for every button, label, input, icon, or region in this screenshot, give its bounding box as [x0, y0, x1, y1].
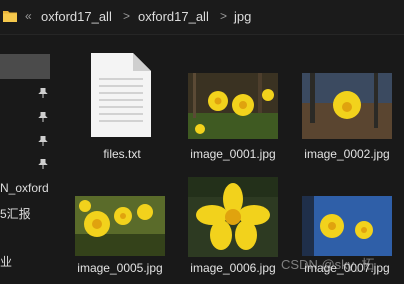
image-thumbnail [302, 196, 392, 256]
chevron-icon[interactable]: « [25, 9, 32, 23]
pin-icon[interactable] [38, 112, 48, 122]
pin-icon[interactable] [38, 136, 48, 146]
image-thumbnail [75, 196, 165, 256]
sidebar-item-label[interactable]: N_oxford [0, 181, 49, 195]
breadcrumb-item-1[interactable]: oxford17_all [41, 9, 112, 24]
image-thumbnail [188, 73, 278, 139]
sidebar-item-label[interactable]: 业 [0, 253, 12, 270]
file-name: image_0005.jpg [77, 261, 163, 275]
breadcrumb-separator[interactable]: > [123, 9, 130, 23]
breadcrumb-item-3[interactable]: jpg [234, 9, 251, 24]
text-file-icon [89, 53, 153, 137]
file-name: image_0002.jpg [304, 147, 390, 161]
breadcrumb-separator[interactable]: > [220, 9, 227, 23]
pin-icon[interactable] [38, 159, 48, 169]
navigation-pane[interactable]: N_oxford 5汇报 业 [0, 35, 52, 284]
file-name: files.txt [103, 147, 141, 161]
image-thumbnail [302, 73, 392, 139]
watermark: CSDN @sky_柘 [281, 257, 375, 272]
pin-icon[interactable] [38, 88, 48, 98]
folder-icon [3, 9, 17, 23]
sidebar-item-selected[interactable] [0, 54, 50, 79]
file-name: image_0001.jpg [190, 147, 276, 161]
file-name: image_0006.jpg [190, 261, 276, 275]
image-thumbnail [188, 177, 278, 257]
sidebar-item-label[interactable]: 5汇报 [0, 205, 31, 222]
breadcrumb-item-2[interactable]: oxford17_all [138, 9, 209, 24]
address-bar[interactable]: « oxford17_all > oxford17_all > jpg [0, 0, 404, 35]
